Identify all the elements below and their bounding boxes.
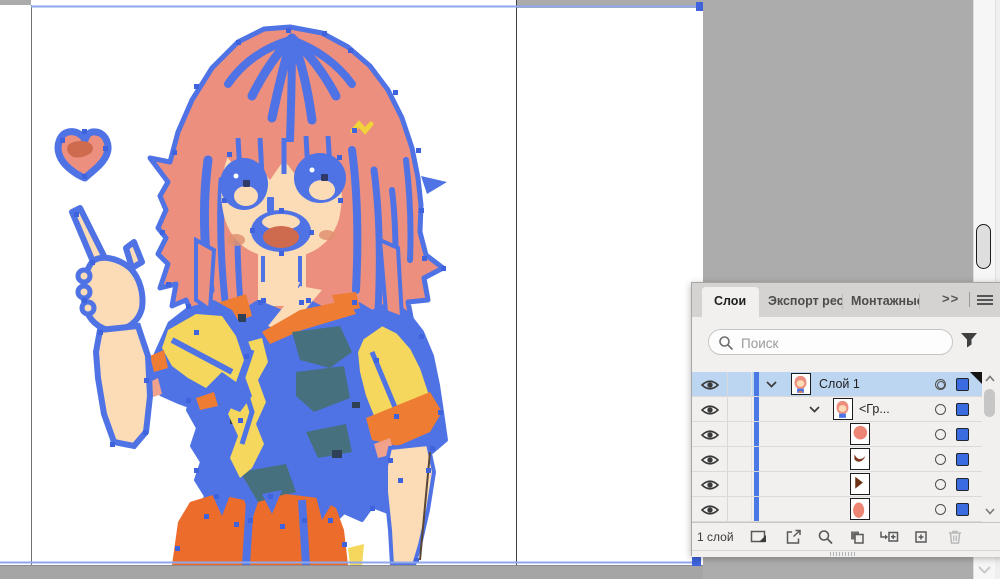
chevron-down-icon[interactable] <box>809 406 820 413</box>
tab-artboards[interactable]: Монтажные <box>842 287 919 317</box>
panel-tabbar: Слои Экспорт рес Монтажные >> <box>692 283 1000 317</box>
layer-row-path[interactable] <box>692 472 982 497</box>
dock-edge <box>995 0 1000 282</box>
selected-layer-corner-indicator <box>970 372 982 384</box>
selection-square-icon[interactable] <box>956 478 969 491</box>
dock-edge-bottom <box>995 556 1000 579</box>
clipping-mask-icon[interactable] <box>847 528 867 546</box>
eye-icon <box>701 504 719 516</box>
visibility-toggle[interactable] <box>692 497 728 521</box>
layer-row-path[interactable] <box>692 422 982 447</box>
layer-name[interactable]: Слой 1 <box>819 377 860 391</box>
search-row <box>692 317 1000 369</box>
selection-handle[interactable] <box>696 2 703 11</box>
selection-handle[interactable] <box>692 557 701 566</box>
tab-overflow-chevrons-icon[interactable]: >> <box>942 291 959 306</box>
new-sublayer-icon[interactable] <box>878 528 898 546</box>
layer-list: Слой 1 <Гр... <box>692 372 1000 522</box>
chevron-down-icon[interactable] <box>766 381 777 388</box>
layer-thumbnail <box>791 373 811 395</box>
layer-thumbnail <box>850 473 870 495</box>
artwork-anime-girl[interactable] <box>0 0 703 579</box>
target-circle-icon[interactable] <box>935 479 946 490</box>
selection-color-bar <box>754 472 759 496</box>
selection-square-icon[interactable] <box>956 378 969 391</box>
vertical-scrollbar[interactable] <box>973 0 995 282</box>
locate-object-icon[interactable] <box>816 528 836 546</box>
export-selection-icon[interactable] <box>784 528 804 546</box>
layer-thumbnail <box>833 398 853 420</box>
selection-color-bar <box>754 447 759 471</box>
layer-row-layer1[interactable]: Слой 1 <box>692 372 982 397</box>
layer-row-group[interactable]: <Гр... <box>692 397 982 422</box>
search-icon <box>718 335 734 351</box>
visibility-toggle[interactable] <box>692 397 728 421</box>
target-circle-icon[interactable] <box>935 454 946 465</box>
layer-thumbnail <box>850 423 870 445</box>
collect-for-export-icon[interactable] <box>749 528 769 546</box>
selection-square-icon[interactable] <box>956 403 969 416</box>
panel-resize-gripper[interactable] <box>692 550 1000 557</box>
selection-color-bar <box>754 397 759 421</box>
tab-export-assets[interactable]: Экспорт рес <box>759 287 842 317</box>
visibility-toggle[interactable] <box>692 422 728 446</box>
visibility-toggle[interactable] <box>692 447 728 471</box>
panel-scrollbar[interactable] <box>982 372 998 522</box>
tab-artboards-label: Монтажные <box>842 287 919 308</box>
visibility-toggle[interactable] <box>692 472 728 496</box>
target-circle-icon[interactable] <box>935 379 946 390</box>
vertical-scrollbar-bottom[interactable] <box>973 556 995 579</box>
search-input[interactable] <box>739 331 943 355</box>
layers-panel: Слои Экспорт рес Монтажные >> <box>691 282 1000 556</box>
tab-layers-label: Слои <box>702 287 759 308</box>
target-circle-icon[interactable] <box>935 504 946 515</box>
scroll-up-icon[interactable] <box>985 375 995 382</box>
application-window: Слои Экспорт рес Монтажные >> <box>0 0 1000 579</box>
scrollbar-thumb[interactable] <box>976 224 991 269</box>
filter-icon[interactable] <box>960 332 979 349</box>
layer-row-path[interactable] <box>692 447 982 472</box>
document-canvas[interactable] <box>0 0 703 579</box>
selection-color-bar <box>754 422 759 446</box>
layer-thumbnail <box>850 498 870 520</box>
eye-icon <box>701 379 719 391</box>
visibility-toggle[interactable] <box>692 372 728 396</box>
layer-thumbnail <box>850 448 870 470</box>
panel-footer: 1 слой <box>692 522 1000 551</box>
scrollbar-thumb[interactable] <box>984 389 995 417</box>
target-circle-icon[interactable] <box>935 404 946 415</box>
new-layer-icon[interactable] <box>911 528 931 546</box>
selection-color-bar <box>754 497 759 521</box>
scroll-down-icon[interactable] <box>985 508 995 515</box>
selection-square-icon[interactable] <box>956 428 969 441</box>
eye-icon <box>701 479 719 491</box>
layer-name[interactable]: <Гр... <box>859 402 890 416</box>
layer-count: 1 слой <box>697 530 734 544</box>
tab-layers[interactable]: Слои <box>702 287 759 317</box>
eye-icon <box>701 429 719 441</box>
scroll-down-icon[interactable] <box>978 566 991 574</box>
delete-icon[interactable] <box>945 528 965 546</box>
panel-menu-icon[interactable] <box>977 295 993 307</box>
divider <box>969 292 970 307</box>
target-circle-icon[interactable] <box>935 429 946 440</box>
eye-icon <box>701 404 719 416</box>
eye-icon <box>701 454 719 466</box>
selection-color-bar <box>754 372 759 396</box>
selection-square-icon[interactable] <box>956 503 969 516</box>
tab-export-label: Экспорт рес <box>759 287 842 308</box>
layer-row-path[interactable] <box>692 497 982 522</box>
selection-square-icon[interactable] <box>956 453 969 466</box>
search-field[interactable] <box>708 329 953 355</box>
